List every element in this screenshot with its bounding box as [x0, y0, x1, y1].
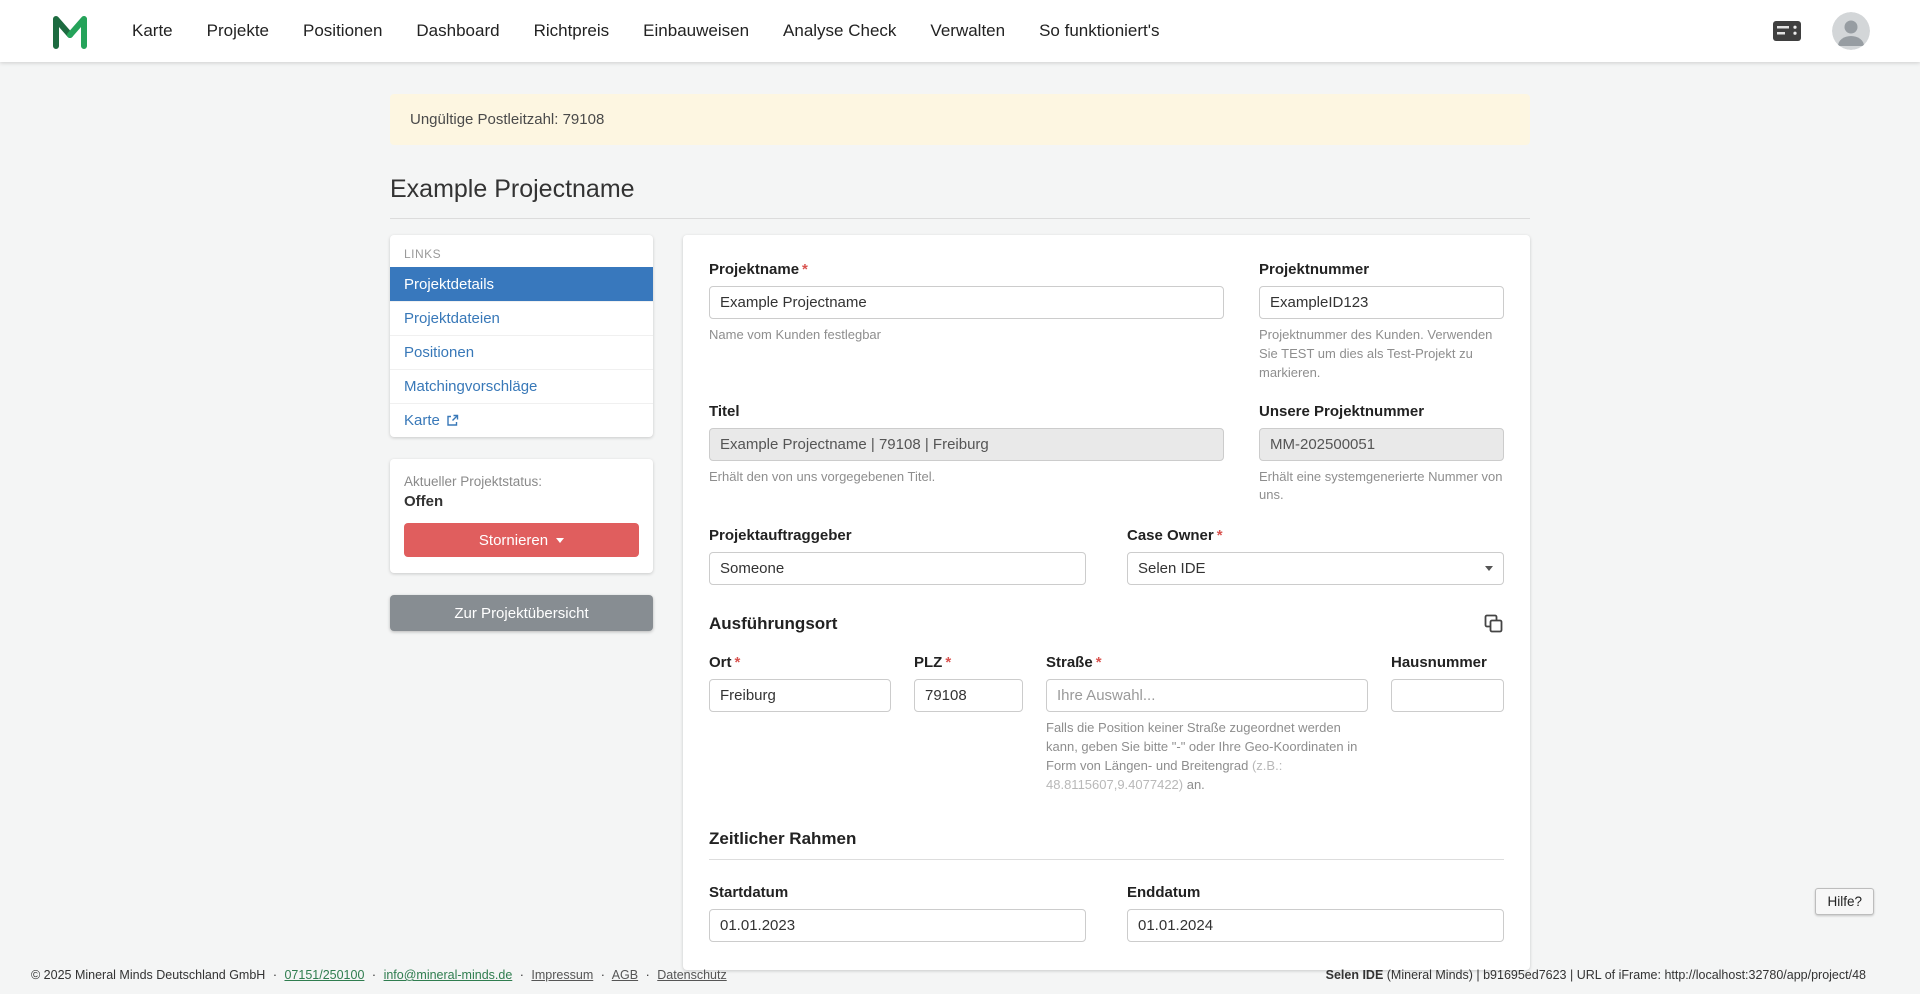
footer: © 2025 Mineral Minds Deutschland GmbH · …: [0, 956, 1920, 994]
required-asterisk: *: [735, 654, 741, 671]
nav-item-karte[interactable]: Karte: [132, 21, 173, 41]
strasse-helper: Falls die Position keiner Straße zugeord…: [1046, 719, 1368, 794]
strasse-input[interactable]: [1046, 679, 1368, 712]
titel-input: [709, 428, 1224, 461]
person-icon: [1832, 12, 1870, 50]
footer-datenschutz-link[interactable]: Datenschutz: [657, 968, 726, 982]
titel-helper: Erhält den von uns vorgegebenen Titel.: [709, 468, 1224, 487]
projektnummer-helper: Projektnummer des Kunden. Verwenden Sie …: [1259, 326, 1504, 383]
main-nav: Karte Projekte Positionen Dashboard Rich…: [132, 21, 1160, 41]
projektnummer-label: Projektnummer: [1259, 261, 1504, 278]
stornieren-button[interactable]: Stornieren: [404, 523, 639, 557]
projektnummer-input[interactable]: [1259, 286, 1504, 319]
status-label: Aktueller Projektstatus:: [404, 474, 639, 489]
strasse-label: Straße*: [1046, 654, 1368, 671]
enddatum-label: Enddatum: [1127, 884, 1504, 901]
help-button[interactable]: Hilfe?: [1815, 888, 1874, 915]
sidebar-item-label: Positionen: [404, 344, 474, 361]
plz-input[interactable]: [914, 679, 1023, 712]
projektname-helper: Name vom Kunden festlegbar: [709, 326, 1224, 345]
plz-label: PLZ*: [914, 654, 1023, 671]
projektauftraggeber-label: Projektauftraggeber: [709, 527, 1086, 544]
titel-label: Titel: [709, 403, 1224, 420]
server-icon[interactable]: [1772, 20, 1802, 42]
sidebar-item-projektdetails[interactable]: Projektdetails: [390, 267, 653, 301]
footer-user: Selen IDE: [1326, 968, 1384, 982]
projektname-label: Projektname*: [709, 261, 1224, 278]
links-card: LINKS Projektdetails Projektdateien Posi…: [390, 235, 653, 437]
status-value: Offen: [404, 493, 639, 510]
nav-item-richtpreis[interactable]: Richtpreis: [534, 21, 610, 41]
required-asterisk: *: [1217, 527, 1223, 544]
page-title: Example Projectname: [390, 175, 1530, 219]
footer-session-info: (Mineral Minds) | b91695ed7623 | URL of …: [1383, 968, 1866, 982]
content-area: LINKS Projektdetails Projektdateien Posi…: [390, 235, 1530, 970]
chevron-down-icon: [1485, 566, 1493, 571]
sidebar-item-karte[interactable]: Karte: [390, 403, 653, 437]
required-asterisk: *: [945, 654, 951, 671]
zeitlicher-rahmen-title: Zeitlicher Rahmen: [709, 829, 1504, 849]
enddatum-input[interactable]: [1127, 909, 1504, 942]
nav-item-so-funktionierts[interactable]: So funktioniert's: [1039, 21, 1159, 41]
nav-item-projekte[interactable]: Projekte: [207, 21, 269, 41]
sidebar-item-label: Projektdetails: [404, 276, 494, 293]
footer-agb-link[interactable]: AGB: [612, 968, 638, 982]
footer-phone-link[interactable]: 07151/250100: [284, 968, 364, 982]
nav-item-dashboard[interactable]: Dashboard: [416, 21, 499, 41]
unsere-projektnummer-helper: Erhält eine systemgenerierte Nummer von …: [1259, 468, 1504, 506]
required-asterisk: *: [1096, 654, 1102, 671]
project-details-form: Projektname* Name vom Kunden festlegbar …: [683, 235, 1530, 970]
sidebar-item-label: Matchingvorschläge: [404, 378, 537, 395]
copy-icon[interactable]: [1483, 613, 1504, 634]
nav-item-positionen[interactable]: Positionen: [303, 21, 382, 41]
warning-banner: Ungültige Postleitzahl: 79108: [390, 94, 1530, 145]
top-nav: Karte Projekte Positionen Dashboard Rich…: [0, 0, 1920, 62]
logo-m-icon: [50, 12, 90, 50]
project-overview-button[interactable]: Zur Projektübersicht: [390, 595, 653, 631]
sidebar-item-positionen[interactable]: Positionen: [390, 335, 653, 369]
footer-impressum-link[interactable]: Impressum: [531, 968, 593, 982]
sidebar: LINKS Projektdetails Projektdateien Posi…: [390, 235, 653, 631]
unsere-projektnummer-input: [1259, 428, 1504, 461]
footer-right: Selen IDE (Mineral Minds) | b91695ed7623…: [1326, 968, 1866, 982]
sidebar-item-projektdateien[interactable]: Projektdateien: [390, 301, 653, 335]
nav-right-actions: [1772, 12, 1870, 50]
brand-logo[interactable]: [50, 12, 90, 50]
ausfuehrungsort-title: Ausführungsort: [709, 614, 837, 634]
footer-left: © 2025 Mineral Minds Deutschland GmbH · …: [31, 968, 727, 982]
sidebar-item-label: Karte: [404, 412, 440, 429]
hausnummer-label: Hausnummer: [1391, 654, 1504, 671]
sidebar-item-matchingvorschlaege[interactable]: Matchingvorschläge: [390, 369, 653, 403]
chevron-down-icon: [556, 538, 564, 543]
case-owner-value: Selen IDE: [1138, 560, 1206, 577]
stornieren-label: Stornieren: [479, 532, 548, 549]
ort-label: Ort*: [709, 654, 891, 671]
case-owner-label: Case Owner*: [1127, 527, 1504, 544]
footer-email-link[interactable]: info@mineral-minds.de: [384, 968, 513, 982]
copyright-text: © 2025 Mineral Minds Deutschland GmbH: [31, 968, 265, 982]
case-owner-select[interactable]: Selen IDE: [1127, 552, 1504, 585]
nav-item-einbauweisen[interactable]: Einbauweisen: [643, 21, 749, 41]
user-avatar[interactable]: [1832, 12, 1870, 50]
hausnummer-input[interactable]: [1391, 679, 1504, 712]
projektauftraggeber-input[interactable]: [709, 552, 1086, 585]
external-link-icon: [446, 414, 459, 427]
warning-text: Ungültige Postleitzahl: 79108: [410, 111, 604, 128]
nav-item-analyse-check[interactable]: Analyse Check: [783, 21, 896, 41]
status-card: Aktueller Projektstatus: Offen Storniere…: [390, 459, 653, 573]
required-asterisk: *: [802, 261, 808, 278]
projektname-input[interactable]: [709, 286, 1224, 319]
startdatum-input[interactable]: [709, 909, 1086, 942]
links-header: LINKS: [390, 235, 653, 267]
startdatum-label: Startdatum: [709, 884, 1086, 901]
ort-input[interactable]: [709, 679, 891, 712]
nav-item-verwalten[interactable]: Verwalten: [930, 21, 1005, 41]
sidebar-item-label: Projektdateien: [404, 310, 500, 327]
unsere-projektnummer-label: Unsere Projektnummer: [1259, 403, 1504, 420]
